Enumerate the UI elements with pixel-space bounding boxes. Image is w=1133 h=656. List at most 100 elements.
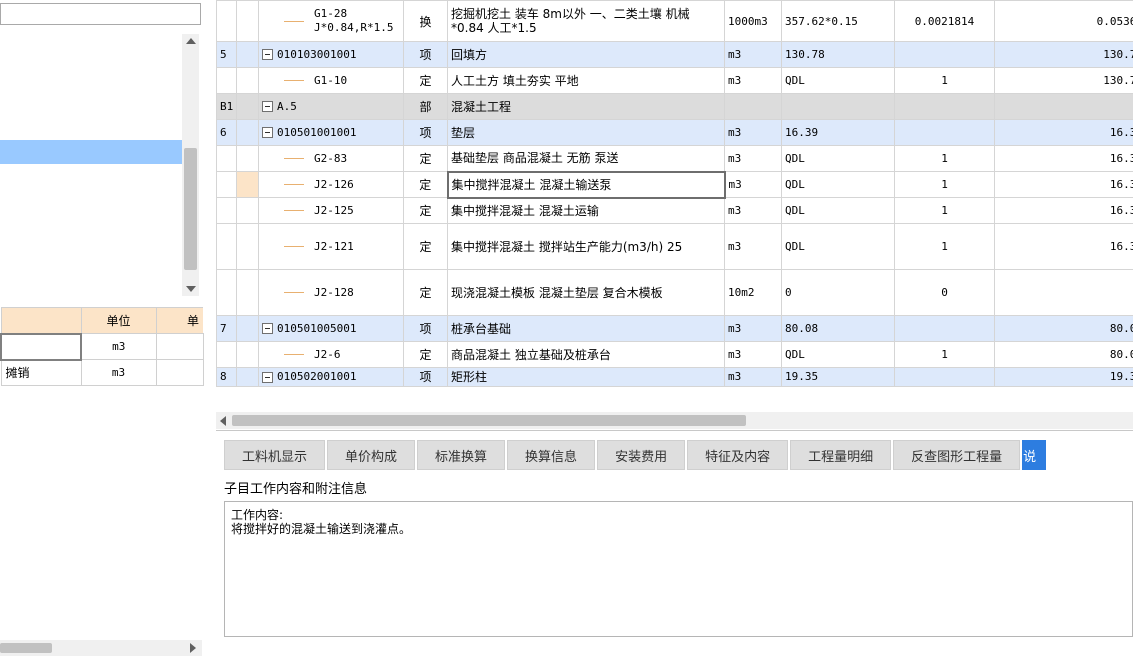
table-row[interactable]: 8010502001001项矩形柱m319.3519.35: [216, 367, 1133, 387]
collapse-icon[interactable]: [262, 49, 273, 60]
cell-extra[interactable]: [155, 333, 204, 360]
cell-code[interactable]: 010502001001: [258, 367, 404, 387]
cell-qty-expr[interactable]: QDL: [781, 67, 895, 94]
cell-unit[interactable]: m3: [724, 197, 782, 224]
cell-qty-expr[interactable]: 130.78: [781, 41, 895, 68]
cell-name[interactable]: 集中搅拌混凝土 混凝土输送泵: [446, 170, 726, 199]
cell-unit[interactable]: 1000m3: [724, 0, 782, 42]
cell-type[interactable]: 项: [403, 119, 448, 146]
cell-seq[interactable]: 7: [216, 315, 237, 342]
table-row[interactable]: G1-28 J*0.84,R*1.5 换挖掘机挖土 装车 8m以外 一、二类土壤 机…: [216, 0, 1133, 42]
cell-seq[interactable]: 5: [216, 41, 237, 68]
tab-features[interactable]: 特征及内容: [687, 440, 789, 470]
cell-quantity[interactable]: 130.78: [994, 41, 1133, 68]
cell-type[interactable]: 定: [403, 145, 448, 172]
cell-code[interactable]: 010501001001: [258, 119, 404, 146]
cell-content[interactable]: 1: [894, 145, 995, 172]
collapse-icon[interactable]: [262, 101, 273, 112]
cell-seq[interactable]: [216, 0, 237, 42]
cell-code[interactable]: J2-128: [258, 269, 404, 316]
cell-seq[interactable]: 6: [216, 119, 237, 146]
cell-row-selector[interactable]: [236, 119, 259, 146]
cell-code[interactable]: G1-10: [258, 67, 404, 94]
scroll-thumb[interactable]: [184, 148, 197, 270]
table-row[interactable]: G1-10 定人工土方 填土夯实 平地m3QDL1130.78: [216, 67, 1133, 94]
left-horizontal-scrollbar[interactable]: [0, 640, 202, 656]
cell-row-selector[interactable]: [236, 41, 259, 68]
cell-name[interactable]: 桩承台基础: [447, 315, 725, 342]
scroll-thumb[interactable]: [0, 643, 52, 653]
cell-row-selector[interactable]: [236, 0, 259, 42]
cell-name[interactable]: 集中搅拌混凝土 搅拌站生产能力(m3/h) 25: [447, 223, 725, 270]
cell-type[interactable]: 项: [403, 41, 448, 68]
cell-type[interactable]: 项: [403, 367, 448, 387]
cell-code[interactable]: J2-6: [258, 341, 404, 368]
cell-name[interactable]: [0, 332, 82, 361]
cell-qty-expr[interactable]: 0: [781, 269, 895, 316]
cell-type[interactable]: 定: [403, 171, 448, 198]
cell-row-selector[interactable]: [236, 197, 259, 224]
col-header-price[interactable]: 单: [155, 307, 203, 334]
cell-name[interactable]: 商品混凝土 独立基础及桩承台: [447, 341, 725, 368]
scroll-left-icon[interactable]: [220, 416, 226, 426]
cell-type[interactable]: 定: [403, 269, 448, 316]
cell-code[interactable]: 010103001001: [258, 41, 404, 68]
cell-content[interactable]: 1: [894, 67, 995, 94]
cell-type[interactable]: 项: [403, 315, 448, 342]
cell-qty-expr[interactable]: QDL: [781, 341, 895, 368]
cell-code[interactable]: G1-28 J*0.84,R*1.5: [258, 0, 404, 42]
cell-unit[interactable]: 10m2: [724, 269, 782, 316]
cell-name[interactable]: 回填方: [447, 41, 725, 68]
cell-row-selector[interactable]: [236, 367, 259, 387]
cell-unit[interactable]: m3: [724, 171, 782, 198]
tab-standard-conversion[interactable]: 标准换算: [417, 440, 506, 470]
cell-type[interactable]: 定: [403, 67, 448, 94]
cell-type[interactable]: 部: [403, 93, 448, 120]
cell-seq[interactable]: [216, 145, 237, 172]
cell-quantity[interactable]: 19.35: [994, 367, 1133, 387]
cell-content[interactable]: [894, 315, 995, 342]
cell-code[interactable]: J2-125: [258, 197, 404, 224]
cell-unit[interactable]: m3: [724, 223, 782, 270]
cell-name[interactable]: 基础垫层 商品混凝土 无筋 泵送: [447, 145, 725, 172]
cell-content[interactable]: [894, 119, 995, 146]
cell-unit[interactable]: m3: [724, 67, 782, 94]
cell-code[interactable]: J2-126: [258, 171, 404, 198]
cell-qty-expr[interactable]: QDL: [781, 145, 895, 172]
cell-content[interactable]: 0.0021814: [894, 0, 995, 42]
cell-unit[interactable]: m3: [724, 145, 782, 172]
cell-type[interactable]: 定: [403, 197, 448, 224]
table-row[interactable]: J2-121 定集中搅拌混凝土 搅拌站生产能力(m3/h) 25 m3 QDL 1 16.…: [216, 223, 1133, 270]
cell-qty-expr[interactable]: 357.62*0.15: [781, 0, 895, 42]
cell-quantity[interactable]: 80.08: [994, 315, 1133, 342]
cell-row-selector[interactable]: [236, 145, 259, 172]
collapse-icon[interactable]: [262, 323, 273, 334]
left-vertical-scrollbar[interactable]: [182, 34, 199, 296]
tab-install-fee[interactable]: 安装费用: [597, 440, 686, 470]
cell-row-selector[interactable]: [236, 223, 259, 270]
cell-content[interactable]: 1: [894, 223, 995, 270]
cell-content[interactable]: 0: [894, 269, 995, 316]
cell-quantity[interactable]: 130.78: [994, 67, 1133, 94]
cell-quantity[interactable]: 16.39: [994, 119, 1133, 146]
cell-unit[interactable]: m3: [724, 119, 782, 146]
cell-qty-expr[interactable]: 16.39: [781, 119, 895, 146]
cell-seq[interactable]: [216, 269, 237, 316]
search-input[interactable]: [0, 3, 201, 25]
cell-quantity[interactable]: 0.05364: [994, 0, 1133, 42]
cell-content[interactable]: 1: [894, 197, 995, 224]
col-header-unit[interactable]: 单位: [80, 307, 157, 334]
tab-unit-price[interactable]: 单价构成: [327, 440, 416, 470]
tab-graphic-quantity[interactable]: 反查图形工程量: [893, 440, 1021, 470]
cell-content[interactable]: [894, 41, 995, 68]
table-row[interactable]: J2-128定现浇混凝土模板 混凝土垫层 复合木模板10m2000: [216, 269, 1133, 316]
cell-name[interactable]: 垫层: [447, 119, 725, 146]
tab-material-display[interactable]: 工料机显示: [224, 440, 326, 470]
cell-code[interactable]: G2-83: [258, 145, 404, 172]
scroll-down-icon[interactable]: [186, 286, 196, 292]
cell-name[interactable]: 摊销: [0, 359, 82, 386]
scroll-up-icon[interactable]: [186, 38, 196, 44]
cell-qty-expr[interactable]: 80.08: [781, 315, 895, 342]
cell-quantity[interactable]: 80.08: [994, 341, 1133, 368]
cell-row-selector[interactable]: [236, 171, 259, 198]
